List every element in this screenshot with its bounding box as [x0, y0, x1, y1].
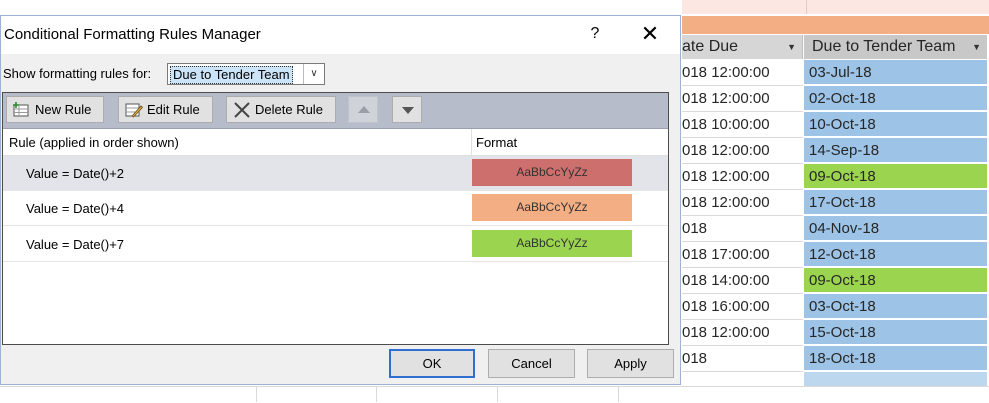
sheet-row: 018 12:00:00 03-Jul-18 [682, 60, 989, 86]
gridline [256, 386, 257, 402]
rule-row[interactable]: Value = Date()+7 AaBbCcYyZz [3, 227, 668, 262]
cell-date-due[interactable]: 018 10:00:00 [682, 112, 803, 138]
edit-rule-icon [125, 101, 144, 118]
show-rules-for-label: Show formatting rules for: [3, 66, 152, 81]
new-rule-button[interactable]: New Rule [6, 96, 104, 123]
cell-due-to-tender-team[interactable]: 03-Oct-18 [804, 294, 987, 319]
cell-date-due[interactable]: 018 [682, 346, 803, 372]
gridline [497, 386, 498, 402]
ok-button[interactable]: OK [389, 349, 475, 378]
filter-dropdown-icon[interactable]: ▼ [972, 35, 981, 59]
gridline [376, 386, 377, 402]
cell-date-due[interactable]: 018 16:00:00 [682, 294, 803, 320]
cell-date-due[interactable]: 018 12:00:00 [682, 60, 803, 86]
sheet-row: 018 10:00:00 10-Oct-18 [682, 112, 989, 138]
cell-date-due[interactable]: 018 12:00:00 [682, 138, 803, 164]
format-column-header: Format [476, 135, 518, 150]
column-header-date-due[interactable]: ate Due ▼ [682, 35, 803, 59]
sheet-row: 018 12:00:00 14-Sep-18 [682, 138, 989, 164]
dialog-title: Conditional Formatting Rules Manager [4, 26, 261, 43]
cell-date-due[interactable]: 018 12:00:00 [682, 190, 803, 216]
cell-due-to-tender-team[interactable]: 15-Oct-18 [804, 320, 987, 345]
format-preview: AaBbCcYyZz [472, 230, 632, 257]
edit-rule-label: Edit Rule [147, 102, 200, 117]
edit-rule-button[interactable]: Edit Rule [118, 96, 213, 123]
cell-due-to-tender-team[interactable]: 02-Oct-18 [804, 86, 987, 111]
delete-rule-label: Delete Rule [255, 102, 323, 117]
format-preview: AaBbCcYyZz [472, 159, 632, 186]
arrow-down-icon [402, 107, 414, 114]
header-color-band [682, 16, 989, 34]
move-down-button[interactable] [392, 96, 422, 123]
move-up-button[interactable] [348, 96, 378, 123]
sheet-row: 018 12:00:00 09-Oct-18 [682, 164, 989, 190]
cell-due-to-tender-team[interactable]: 04-Nov-18 [804, 216, 987, 241]
cell-due-to-tender-team[interactable]: 03-Jul-18 [804, 60, 987, 85]
cell-due-to-tender-team[interactable]: 09-Oct-18 [804, 164, 987, 189]
sheet-row: 018 14:00:00 09-Oct-18 [682, 268, 989, 294]
sheet-bottom-gridline [0, 386, 989, 403]
cell-date-due[interactable]: 018 17:00:00 [682, 242, 803, 268]
sheet-row: 018 17:00:00 12-Oct-18 [682, 242, 989, 268]
cell-date-due[interactable]: 018 12:00:00 [682, 320, 803, 346]
chevron-down-icon[interactable]: ∨ [303, 64, 324, 84]
rule-row[interactable]: Value = Date()+4 AaBbCcYyZz [3, 191, 668, 226]
column-divider [471, 129, 472, 155]
conditional-formatting-rules-manager-dialog: Conditional Formatting Rules Manager ? ✕… [0, 15, 681, 385]
sheet-top-strip [682, 0, 989, 14]
show-rules-for-select[interactable]: Due to Tender Team ∨ [167, 63, 325, 85]
sheet-row: 018 18-Oct-18 [682, 346, 989, 372]
cancel-button[interactable]: Cancel [488, 349, 575, 378]
sheet-row: 018 12:00:00 17-Oct-18 [682, 190, 989, 216]
cell-date-due[interactable]: 018 12:00:00 [682, 164, 803, 190]
cell-due-to-tender-team[interactable]: 17-Oct-18 [804, 190, 987, 215]
cell-due-to-tender-team[interactable]: 09-Oct-18 [804, 268, 987, 293]
delete-rule-button[interactable]: Delete Rule [226, 96, 336, 123]
cell-due-to-tender-team[interactable]: 10-Oct-18 [804, 112, 987, 137]
arrow-up-icon [358, 106, 370, 113]
new-rule-label: New Rule [35, 102, 92, 117]
column-header-due-to-tender-team[interactable]: Due to Tender Team ▼ [804, 35, 987, 59]
help-button[interactable]: ? [585, 23, 605, 45]
format-preview: AaBbCcYyZz [472, 194, 632, 221]
sheet-row: 018 12:00:00 02-Oct-18 [682, 86, 989, 112]
gridline [618, 386, 619, 402]
rules-list-frame: New Rule Edit Rule Delete Rule Rule (app… [2, 92, 669, 345]
rule-column-header: Rule (applied in order shown) [9, 135, 179, 150]
rule-text: Value = Date()+4 [26, 201, 125, 216]
cell-date-due[interactable]: 018 12:00:00 [682, 86, 803, 112]
cell-date-due[interactable]: 018 [682, 216, 803, 242]
column-separator [806, 0, 807, 14]
rule-text: Value = Date()+7 [26, 237, 125, 252]
new-rule-icon [13, 101, 31, 117]
show-rules-for-value: Due to Tender Team [170, 66, 293, 84]
rules-column-headers: Rule (applied in order shown) Format [3, 129, 668, 156]
dialog-titlebar[interactable]: Conditional Formatting Rules Manager ? ✕ [1, 16, 680, 54]
apply-button[interactable]: Apply [587, 349, 674, 378]
cell-due-to-tender-team[interactable]: 18-Oct-18 [804, 346, 987, 371]
cell-date-due[interactable]: 018 14:00:00 [682, 268, 803, 294]
filter-dropdown-icon[interactable]: ▼ [787, 35, 796, 59]
sheet-row: 018 16:00:00 03-Oct-18 [682, 294, 989, 320]
rule-text: Value = Date()+2 [26, 166, 125, 181]
cell-due-to-tender-team[interactable]: 12-Oct-18 [804, 242, 987, 267]
sheet-row: 018 12:00:00 15-Oct-18 [682, 320, 989, 346]
column-header-date-due-label: ate Due [682, 38, 739, 55]
cell-due-to-tender-team[interactable]: 14-Sep-18 [804, 138, 987, 163]
delete-x-icon [233, 101, 251, 118]
rule-row[interactable]: Value = Date()+2 AaBbCcYyZz [3, 156, 668, 191]
close-icon[interactable]: ✕ [639, 23, 661, 45]
sheet-row: 018 04-Nov-18 [682, 216, 989, 242]
column-header-due-to-tender-team-label: Due to Tender Team [812, 38, 956, 55]
rules-toolbar: New Rule Edit Rule Delete Rule [3, 93, 668, 129]
